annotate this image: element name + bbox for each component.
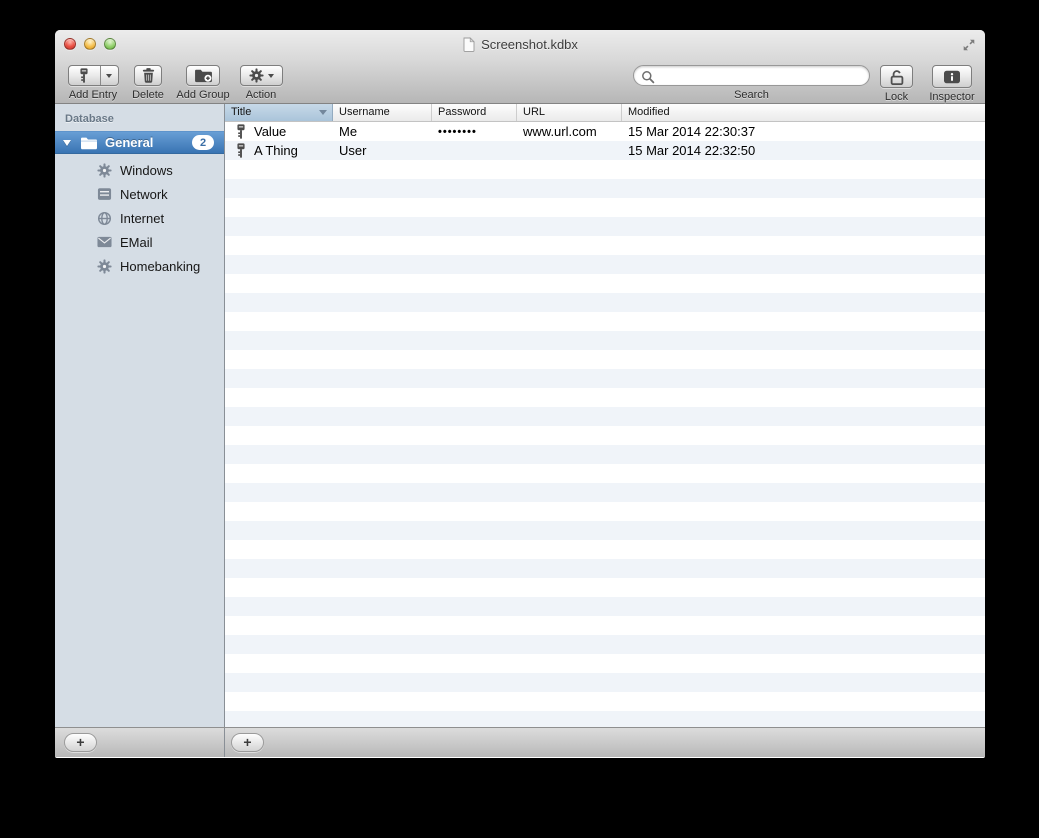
- server-icon: [96, 186, 112, 202]
- key-icon: [236, 124, 246, 139]
- table-row[interactable]: Value Me •••••••• www.url.com 15 Mar 201…: [225, 122, 985, 141]
- add-entry-item: Add Entry: [65, 65, 121, 101]
- window-title: Screenshot.kdbx: [55, 30, 985, 58]
- chevron-down-icon: [106, 73, 112, 78]
- sidebar-item-label: Internet: [120, 210, 165, 226]
- folder-icon: [80, 136, 98, 150]
- cell-password: ••••••••: [438, 125, 477, 138]
- lock-label: Lock: [884, 91, 909, 103]
- add-entry-dropdown[interactable]: [101, 66, 118, 85]
- delete-button[interactable]: [134, 65, 162, 86]
- add-group-item: Add Group: [172, 65, 234, 101]
- sidebar-group-general[interactable]: General 2: [55, 131, 224, 154]
- cell-modified: 15 Mar 2014 22:32:50: [628, 143, 756, 158]
- group-count-badge: 2: [192, 135, 214, 150]
- column-header-username[interactable]: Username: [333, 104, 432, 121]
- inspector-button[interactable]: [932, 65, 972, 88]
- column-label: URL: [523, 106, 546, 118]
- globe-icon: [96, 210, 112, 226]
- cell-username: User: [339, 143, 367, 158]
- sidebar-item-label: Homebanking: [120, 258, 201, 274]
- cell-title: Value: [254, 124, 287, 139]
- sidebar-item-internet[interactable]: Internet: [55, 206, 224, 230]
- toolbar: Add Entry Delete Add Group Action Search…: [55, 58, 985, 104]
- table-header: Title Username Password URL Modified: [225, 104, 985, 122]
- column-label: Title: [231, 106, 252, 118]
- sidebar-item-email[interactable]: EMail: [55, 230, 224, 254]
- content-bottom-bar: +: [225, 728, 985, 757]
- chevron-down-icon: [267, 73, 274, 78]
- sidebar-item-label: Windows: [120, 162, 173, 178]
- column-label: Modified: [628, 106, 670, 118]
- search-item: Search: [633, 65, 870, 101]
- column-header-url[interactable]: URL: [517, 104, 622, 121]
- sidebar-list: Windows Network Internet EMail Homebanki…: [55, 158, 224, 278]
- column-label: Username: [339, 106, 390, 118]
- column-label: Password: [438, 106, 487, 118]
- cell-url: www.url.com: [523, 124, 597, 139]
- table-body: Value Me •••••••• www.url.com 15 Mar 201…: [225, 122, 985, 727]
- table-row[interactable]: A Thing User 15 Mar 2014 22:32:50: [225, 141, 985, 160]
- fullscreen-icon[interactable]: [961, 37, 977, 53]
- key-icon: [79, 68, 89, 83]
- folder-add-icon: [194, 68, 213, 83]
- add-group-label: Add Group: [176, 89, 230, 101]
- add-group-plus-button[interactable]: +: [64, 733, 97, 752]
- inspector-label: Inspector: [929, 91, 975, 103]
- gear-icon: [96, 162, 112, 178]
- window-chrome: Screenshot.kdbx Add Entry Delete Add Gro…: [55, 30, 985, 104]
- disclosure-triangle-icon[interactable]: [63, 139, 71, 146]
- column-header-title[interactable]: Title: [225, 104, 333, 121]
- column-header-password[interactable]: Password: [432, 104, 517, 121]
- sidebar-item-label: EMail: [120, 234, 153, 250]
- delete-label: Delete: [132, 89, 164, 101]
- action-button[interactable]: [239, 65, 283, 86]
- entry-table: Title Username Password URL Modified Val…: [225, 104, 985, 727]
- cell-modified: 15 Mar 2014 22:30:37: [628, 124, 756, 139]
- lock-button[interactable]: [880, 65, 913, 88]
- column-header-modified[interactable]: Modified: [622, 104, 985, 121]
- main-split: Database General 2 Windows Network Inter…: [55, 104, 985, 727]
- sidebar-item-label: Network: [120, 186, 168, 202]
- search-field: [633, 65, 870, 86]
- cell-username: Me: [339, 124, 358, 139]
- add-entry-plus-button[interactable]: +: [231, 733, 264, 752]
- sidebar-header: Database: [65, 113, 114, 125]
- window-title-text: Screenshot.kdbx: [481, 36, 578, 52]
- gear-icon: [249, 68, 264, 83]
- trash-icon: [142, 68, 155, 83]
- bottom-bar: + +: [55, 727, 985, 757]
- gear-icon: [96, 258, 112, 274]
- titlebar[interactable]: Screenshot.kdbx: [55, 30, 985, 58]
- add-entry-label: Add Entry: [68, 89, 118, 101]
- sidebar: Database General 2 Windows Network Inter…: [55, 104, 225, 727]
- search-label: Search: [734, 89, 769, 101]
- document-icon: [462, 37, 475, 52]
- add-entry-button[interactable]: [67, 65, 119, 86]
- sidebar-item-windows[interactable]: Windows: [55, 158, 224, 182]
- key-icon: [236, 143, 246, 158]
- sidebar-item-network[interactable]: Network: [55, 182, 224, 206]
- search-input[interactable]: [660, 67, 859, 84]
- action-label: Action: [245, 89, 277, 101]
- lock-item: Lock: [880, 65, 913, 103]
- sidebar-bottom-bar: +: [55, 728, 225, 757]
- lock-open-icon: [889, 69, 905, 85]
- sidebar-item-homebanking[interactable]: Homebanking: [55, 254, 224, 278]
- add-group-button[interactable]: [186, 65, 220, 86]
- sort-arrow-icon: [319, 110, 327, 115]
- inspector-item: Inspector: [926, 65, 978, 103]
- cell-title: A Thing: [254, 143, 298, 158]
- envelope-icon: [96, 234, 112, 250]
- search-icon: [641, 70, 655, 84]
- action-item: Action: [239, 65, 283, 101]
- app-window: Screenshot.kdbx Add Entry Delete Add Gro…: [55, 30, 985, 758]
- sidebar-group-label: General: [105, 135, 154, 150]
- inspector-icon: [943, 70, 961, 84]
- delete-item: Delete: [128, 65, 168, 101]
